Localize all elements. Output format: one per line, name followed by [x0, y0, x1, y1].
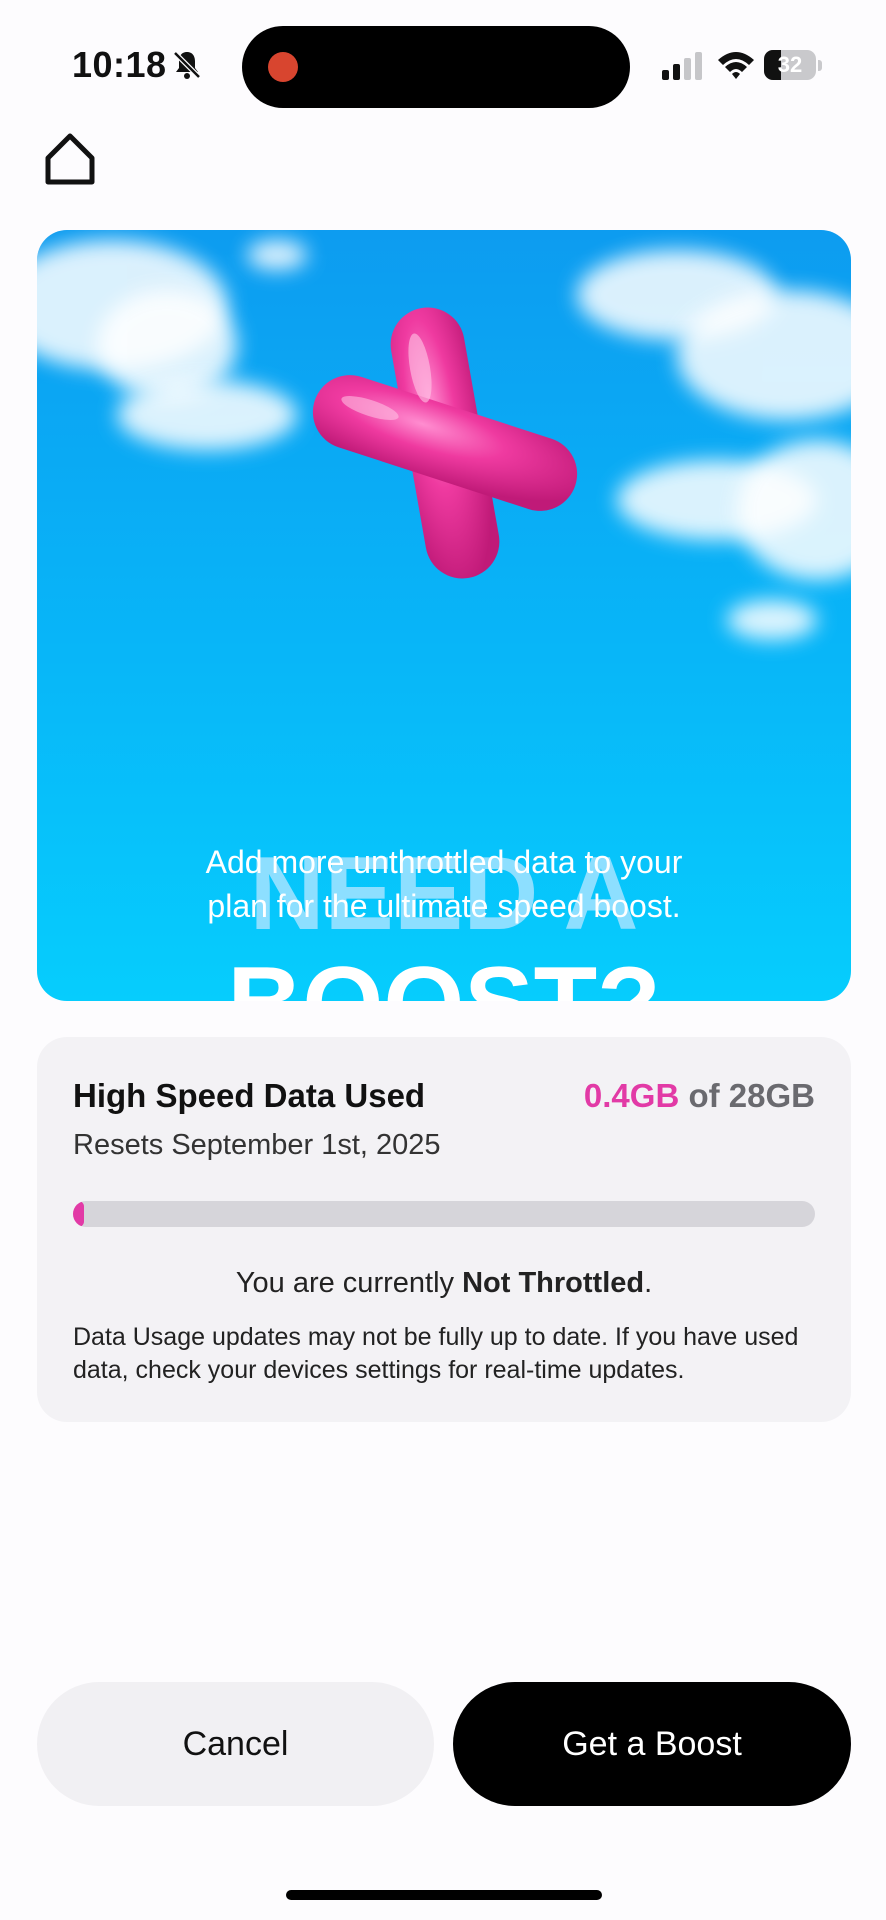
- status-bar: 10:18 32: [0, 0, 886, 110]
- plus-balloon-icon: [312, 307, 578, 579]
- throttle-suffix: .: [644, 1267, 653, 1299]
- data-of-label: of: [688, 1077, 720, 1114]
- cellular-signal-icon: [662, 52, 702, 80]
- home-indicator: [286, 1890, 602, 1900]
- battery-level: 32: [777, 52, 803, 77]
- boost-hero-banner: NEED A BOOST? Add more unthrottled data …: [37, 230, 851, 1001]
- wifi-icon: [718, 52, 754, 79]
- hero-subtitle-line2: plan for the ultimate speed boost.: [207, 888, 681, 924]
- get-a-boost-button[interactable]: Get a Boost: [453, 1682, 851, 1806]
- status-time: 10:18: [72, 44, 167, 85]
- card-title: High Speed Data Used: [73, 1077, 426, 1114]
- bell-slash-icon: [173, 51, 201, 79]
- data-usage-progress-bar: [73, 1201, 815, 1227]
- data-used-value: 0.4GB: [583, 1077, 680, 1114]
- data-usage-note: Data Usage updates may not be fully up t…: [73, 1323, 799, 1384]
- cancel-button[interactable]: Cancel: [37, 1682, 434, 1806]
- home-icon[interactable]: [40, 130, 100, 190]
- data-usage-card: High Speed Data Used 0.4GB of 28GB Reset…: [37, 1037, 851, 1422]
- data-total-value: 28GB: [728, 1077, 815, 1114]
- throttle-status-value: Not Throttled: [462, 1267, 645, 1299]
- data-usage-progress-fill: [73, 1201, 84, 1227]
- recording-indicator: [268, 52, 298, 82]
- dynamic-island: [242, 26, 630, 108]
- battery-icon: 32: [764, 50, 824, 82]
- data-usage-amount: 0.4GB of 28GB: [584, 1077, 815, 1115]
- hero-headline-line2: BOOST?: [37, 952, 851, 1001]
- throttle-prefix: You are currently: [235, 1267, 455, 1299]
- reset-date: Resets September 1st, 2025: [73, 1129, 441, 1161]
- hero-subtitle-line1: Add more unthrottled data to your: [205, 844, 683, 880]
- throttle-status: You are currently Not Throttled.: [37, 1267, 851, 1300]
